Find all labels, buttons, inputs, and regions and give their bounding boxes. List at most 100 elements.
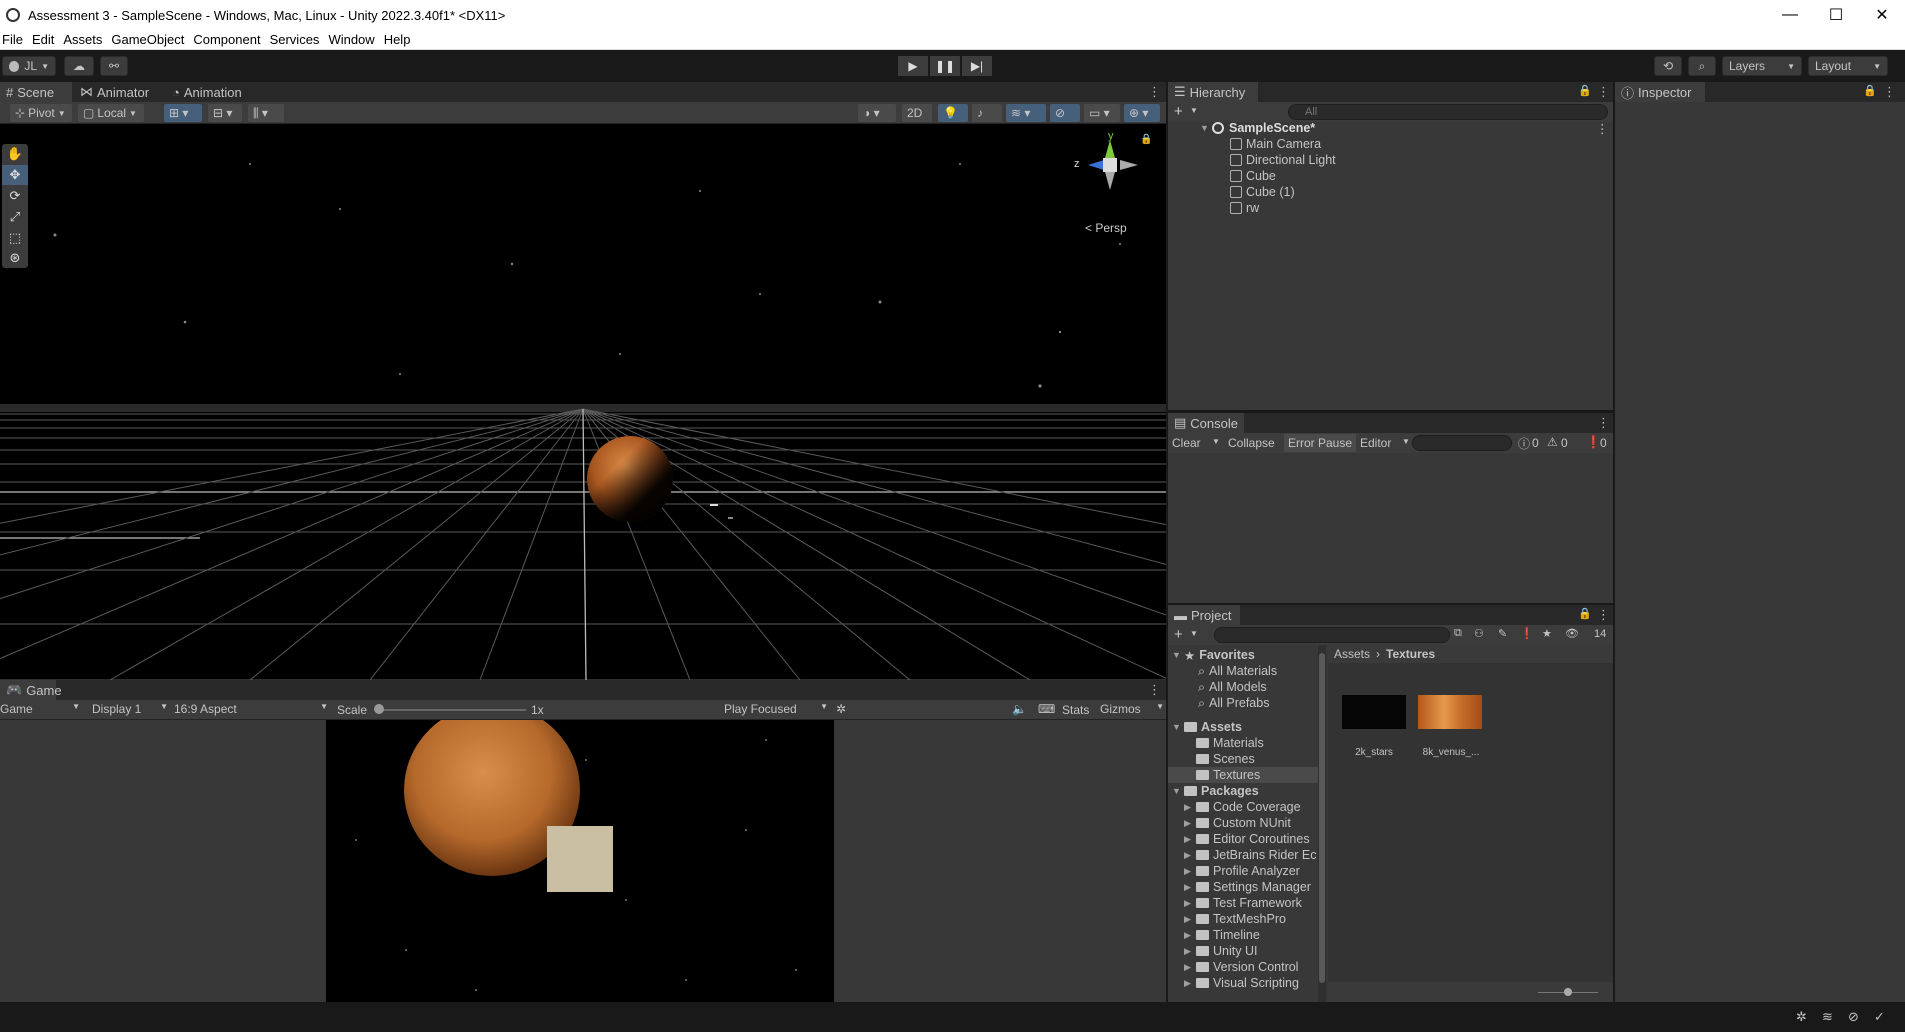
collab-button[interactable]: ⚯ <box>100 56 128 76</box>
menu-services[interactable]: Services <box>268 32 327 47</box>
console-collapse-button[interactable]: Collapse <box>1228 436 1275 450</box>
pivot-dropdown[interactable]: ⊹ Pivot ▼ <box>10 104 72 122</box>
package-item[interactable]: ▶ TextMeshPro <box>1184 911 1286 927</box>
project-menu-icon[interactable]: ⋮ <box>1597 607 1610 623</box>
package-item[interactable]: ▶ Timeline <box>1184 927 1260 943</box>
bug-icon[interactable]: ✲ <box>836 702 846 716</box>
asset-tile[interactable]: 8k_venus_... <box>1418 681 1484 758</box>
filter-log-icon[interactable]: ❗ <box>1520 627 1534 640</box>
scene-viewport[interactable]: ✋ ✥ ⟳ ⤢ ⬚ ⊛ y z 🔒 < Persp <box>0 124 1166 680</box>
local-dropdown[interactable]: ▢ Local ▼ <box>78 104 144 122</box>
tab-inspector[interactable]: ⓘ Inspector <box>1615 82 1705 102</box>
breadcrumb-current[interactable]: Textures <box>1386 647 1435 661</box>
close-button[interactable]: ✕ <box>1859 0 1905 30</box>
lighting-toggle[interactable]: 💡 <box>938 104 968 122</box>
increment-snap-button[interactable]: ⊟ ▾ <box>208 104 242 122</box>
progress-check-icon[interactable]: ✓ <box>1874 1009 1885 1025</box>
scene-menu-icon[interactable]: ⋮ <box>1596 121 1609 136</box>
tab-project[interactable]: ▬ Project <box>1168 605 1240 625</box>
cloud-button[interactable]: ☁ <box>64 56 94 76</box>
package-item[interactable]: ▶ Visual Scripting <box>1184 975 1299 991</box>
search-button[interactable]: ⌕ <box>1688 56 1716 76</box>
keyboard-icon[interactable]: ⌨ <box>1038 702 1055 716</box>
pause-button[interactable]: ❚❚ <box>930 56 960 76</box>
expand-arrow-icon[interactable]: ▶ <box>1184 930 1196 941</box>
asset-folder-selected[interactable]: Textures <box>1168 767 1323 783</box>
tab-animation[interactable]: ◔ Animation <box>166 82 256 102</box>
breadcrumb-root[interactable]: Assets <box>1334 647 1370 661</box>
scene-menu-icon[interactable]: ⋮ <box>1148 84 1161 100</box>
error-icon[interactable]: ❗ <box>1586 435 1601 449</box>
add-icon[interactable]: + <box>1174 626 1183 643</box>
hierarchy-scene-row[interactable]: ▼ SampleScene* ⋮ <box>1200 120 1620 136</box>
info-icon[interactable]: ⓘ <box>1518 435 1530 452</box>
move-tool-icon[interactable]: ✥ <box>2 165 28 185</box>
expand-arrow-icon[interactable]: ▶ <box>1184 850 1196 861</box>
expand-arrow-icon[interactable]: ▶ <box>1184 978 1196 989</box>
folder-tree-scroll-thumb[interactable] <box>1319 653 1325 983</box>
gizmos-toggle[interactable]: ⊕ ▾ <box>1124 104 1160 122</box>
console-search-input[interactable] <box>1412 435 1512 451</box>
lock-icon[interactable]: 🔒 <box>1863 84 1877 97</box>
console-editor-dropdown[interactable]: Editor <box>1360 436 1391 450</box>
add-icon[interactable]: + <box>1174 103 1183 120</box>
lock-icon[interactable]: 🔒 <box>1578 84 1592 97</box>
package-item[interactable]: ▶ Test Framework <box>1184 895 1302 911</box>
expand-arrow-icon[interactable]: ▶ <box>1184 914 1196 925</box>
tab-scene[interactable]: # Scene <box>0 82 72 102</box>
icon-size-slider-handle[interactable] <box>1564 988 1572 996</box>
game-render[interactable] <box>326 720 834 1002</box>
tab-animator[interactable]: ⋈ Animator <box>74 82 154 102</box>
persp-label[interactable]: < Persp <box>1085 221 1127 235</box>
expand-arrow-icon[interactable]: ▶ <box>1184 898 1196 909</box>
favorite-item[interactable]: ⌕ All Materials <box>1198 663 1277 679</box>
tab-hierarchy[interactable]: ☰ Hierarchy <box>1168 82 1258 102</box>
inspector-menu-icon[interactable]: ⋮ <box>1883 84 1896 100</box>
hierarchy-item[interactable]: Main Camera <box>1230 136 1321 152</box>
menu-component[interactable]: Component <box>191 32 267 47</box>
filter-label-icon[interactable]: ✎ <box>1498 627 1507 640</box>
play-button[interactable]: ▶ <box>898 56 928 76</box>
folder-tree-scrollbar[interactable] <box>1318 645 1326 1002</box>
expand-arrow-icon[interactable]: ▼ <box>1172 650 1184 660</box>
lock-icon[interactable]: 🔒 <box>1578 607 1592 620</box>
account-dropdown[interactable]: JL ▼ <box>2 56 56 76</box>
rect-tool-icon[interactable]: ⬚ <box>2 228 28 248</box>
camera-settings-button[interactable]: ▭ ▾ <box>1084 104 1120 122</box>
console-menu-icon[interactable]: ⋮ <box>1597 415 1610 431</box>
draw-mode-button[interactable]: ◑ ▾ <box>858 104 896 122</box>
expand-arrow-icon[interactable]: ▶ <box>1184 866 1196 877</box>
hierarchy-item[interactable]: Cube (1) <box>1230 184 1295 200</box>
lock-icon[interactable]: 🔒 <box>1140 134 1152 145</box>
scale-tool-icon[interactable]: ⤢ <box>2 207 28 227</box>
expand-arrow-icon[interactable]: ▶ <box>1184 802 1196 813</box>
transform-tool-icon[interactable]: ⊛ <box>2 248 28 268</box>
audio-toggle[interactable]: ♪ <box>972 104 1002 122</box>
tab-game[interactable]: 🎮 Game <box>0 680 62 700</box>
package-item[interactable]: ▶ JetBrains Rider Ec <box>1184 847 1317 863</box>
chevron-down-icon[interactable]: ▼ <box>1190 106 1198 115</box>
scale-slider[interactable] <box>376 709 526 711</box>
expand-arrow-icon[interactable]: ▶ <box>1184 946 1196 957</box>
hidden-packages-icon[interactable]: 👁 <box>1565 627 1579 640</box>
effects-toggle[interactable]: ≋ ▾ <box>1006 104 1046 122</box>
packages-section[interactable]: ▼ Packages <box>1172 783 1259 799</box>
step-button[interactable]: ▶| <box>962 56 992 76</box>
package-item[interactable]: ▶ Profile Analyzer <box>1184 863 1300 879</box>
layers-dropdown[interactable]: Layers ▼ <box>1722 56 1802 76</box>
mute-audio-icon[interactable]: 🔈 <box>1012 702 1027 716</box>
hierarchy-item[interactable]: Directional Light <box>1230 152 1336 168</box>
hierarchy-item[interactable]: rw <box>1230 200 1259 216</box>
expand-arrow-icon[interactable]: ▶ <box>1184 962 1196 973</box>
chevron-down-icon[interactable]: ▼ <box>1212 437 1220 446</box>
scale-slider-handle[interactable] <box>374 704 384 714</box>
package-item[interactable]: ▶ Version Control <box>1184 959 1298 975</box>
hierarchy-search-input[interactable]: All <box>1288 104 1608 120</box>
expand-arrow-icon[interactable]: ▶ <box>1184 834 1196 845</box>
console-error-pause-button[interactable]: Error Pause <box>1284 434 1357 452</box>
favorite-star-icon[interactable]: ★ <box>1542 627 1552 640</box>
menu-gameobject[interactable]: GameObject <box>109 32 191 47</box>
expand-arrow-icon[interactable]: ▶ <box>1184 818 1196 829</box>
assets-section[interactable]: ▼ Assets <box>1172 719 1242 735</box>
asset-folder[interactable]: Materials <box>1196 735 1264 751</box>
